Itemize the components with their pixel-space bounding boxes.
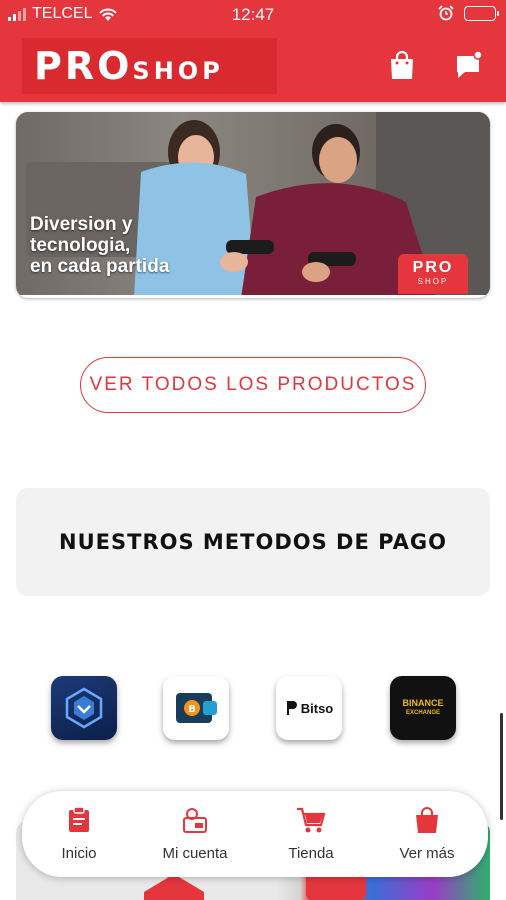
scrollbar[interactable] [500,713,503,820]
alarm-icon [438,5,454,21]
logo-pro-text: PRO [34,44,133,88]
payment-methods-title: NUESTROS METODOS DE PAGO [59,530,447,554]
logo-shop-text: SHOP [132,57,224,85]
banner-divider [16,295,490,298]
status-right [438,5,499,21]
shopping-bag-icon [416,807,438,833]
badge-pro-text: PRO [412,259,454,276]
home-clipboard-icon [69,806,89,832]
payment-icons-row: B Bitso BINANCE EXCHANGE [0,676,506,746]
payment-methods-card: NUESTROS METODOS DE PAGO [16,488,490,596]
tab-ver-mas[interactable]: Ver más [372,805,482,862]
battery-icon [464,5,499,21]
crypto-com-logo [65,687,103,729]
logo[interactable]: PROSHOP [22,38,277,94]
status-time: 12:47 [231,5,275,24]
banner-headline: Diversion y tecnologia, en cada partida [30,214,210,277]
binance-logo: BINANCE EXCHANGE [402,698,443,718]
cart-icon [297,807,326,833]
status-bar: TELCEL 12:47 [0,0,506,30]
tab-mi-cuenta-label: Mi cuenta [162,845,228,862]
tab-tienda[interactable]: Tienda [256,805,366,862]
tab-ver-mas-label: Ver más [399,845,455,862]
account-icon [183,808,207,833]
bitso-label: Bitso [300,700,334,716]
bitso-mark-icon [286,701,297,715]
view-all-products-button[interactable]: VER TODOS LOS PRODUCTOS [80,357,426,413]
banner-logo-badge: PRO SHOP [398,254,468,294]
banner-line-1: Diversion y [30,214,133,235]
binance-sublabel: EXCHANGE [405,710,440,716]
banner-line-2: tecnologia, [30,235,131,256]
svg-text:B: B [188,704,196,715]
badge-shop-text: SHOP [417,277,449,286]
tab-mi-cuenta[interactable]: Mi cuenta [140,805,250,862]
bitso-icon[interactable]: Bitso [276,676,342,740]
tab-inicio[interactable]: Inicio [24,805,134,862]
bitcoin-wallet-icon[interactable]: B [163,676,229,740]
app-header: PROSHOP [0,30,506,102]
message-icon[interactable] [454,50,484,80]
bottom-tab-bar: Inicio Mi cuenta Tienda Ver más [22,791,488,877]
tab-inicio-label: Inicio [61,845,97,862]
tab-tienda-label: Tienda [288,845,334,862]
banner-line-3: en cada partida [30,256,170,277]
binance-label: BINANCE [402,698,444,708]
binance-icon[interactable]: BINANCE EXCHANGE [390,676,456,740]
wallet-logo: B [176,693,217,723]
promo-banner[interactable]: Diversion y tecnologia, en cada partida … [16,112,490,298]
shopping-bag-icon[interactable] [387,50,417,80]
crypto-com-icon[interactable] [51,676,117,740]
